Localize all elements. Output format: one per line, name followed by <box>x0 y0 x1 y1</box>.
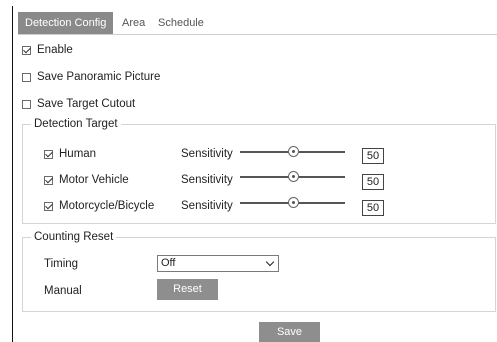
tab-area[interactable]: Area <box>122 12 145 34</box>
counting-reset-group: Counting Reset <box>22 231 496 312</box>
slider-thumb[interactable] <box>287 197 299 208</box>
motor-vehicle-row[interactable]: Motor Vehicle <box>44 174 129 186</box>
timing-select-value: Off <box>161 257 176 269</box>
left-border-rule <box>12 6 13 342</box>
tab-bar: Detection Config Area Schedule <box>18 12 497 35</box>
motor-vehicle-label: Motor Vehicle <box>59 174 129 186</box>
motorcycle-sensitivity-value[interactable]: 50 <box>362 200 384 216</box>
counting-reset-legend: Counting Reset <box>31 231 117 244</box>
motor-vehicle-checkbox[interactable] <box>44 175 53 185</box>
human-row[interactable]: Human <box>44 148 96 160</box>
human-sensitivity-slider[interactable] <box>240 146 345 158</box>
reset-button[interactable]: Reset <box>157 279 218 300</box>
save-panoramic-row[interactable]: Save Panoramic Picture <box>22 71 160 83</box>
enable-checkbox[interactable] <box>22 45 31 55</box>
motorcycle-label: Motorcycle/Bicycle <box>59 200 155 212</box>
human-sensitivity-label: Sensitivity <box>181 148 233 160</box>
save-cutout-label: Save Target Cutout <box>37 98 136 110</box>
motorcycle-sensitivity-slider[interactable] <box>240 197 345 209</box>
save-cutout-row[interactable]: Save Target Cutout <box>22 98 135 110</box>
motor-vehicle-sensitivity-label: Sensitivity <box>181 174 233 186</box>
detection-target-legend: Detection Target <box>31 118 121 131</box>
human-checkbox[interactable] <box>44 149 53 159</box>
save-button[interactable]: Save <box>259 322 320 342</box>
motorcycle-sensitivity-label: Sensitivity <box>181 200 233 212</box>
motor-vehicle-sensitivity-slider[interactable] <box>240 171 345 183</box>
slider-thumb[interactable] <box>287 171 299 182</box>
enable-label: Enable <box>37 44 73 56</box>
manual-label: Manual <box>44 285 82 297</box>
enable-row[interactable]: Enable <box>22 44 73 56</box>
save-panoramic-checkbox[interactable] <box>22 72 31 82</box>
timing-label: Timing <box>44 258 79 270</box>
timing-select[interactable]: Off <box>157 255 279 272</box>
motor-vehicle-sensitivity-value[interactable]: 50 <box>362 174 384 190</box>
human-sensitivity-value[interactable]: 50 <box>362 148 384 164</box>
motorcycle-checkbox[interactable] <box>44 201 53 211</box>
chevron-down-icon <box>265 257 275 267</box>
motorcycle-row[interactable]: Motorcycle/Bicycle <box>44 200 154 212</box>
human-label: Human <box>59 148 97 160</box>
tab-schedule[interactable]: Schedule <box>158 12 204 34</box>
slider-thumb[interactable] <box>287 146 299 157</box>
save-panoramic-label: Save Panoramic Picture <box>37 71 161 83</box>
save-cutout-checkbox[interactable] <box>22 99 31 109</box>
tab-detection-config[interactable]: Detection Config <box>18 12 114 34</box>
